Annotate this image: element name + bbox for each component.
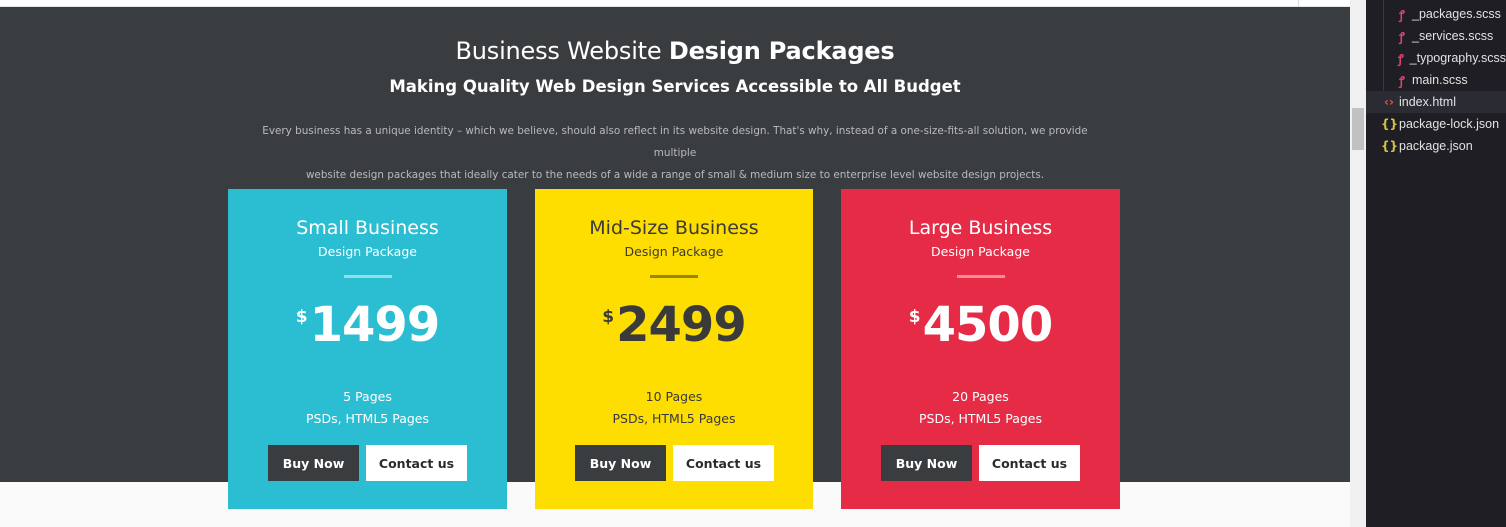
file-name: package-lock.json xyxy=(1399,117,1500,131)
sass-icon: ꝭ xyxy=(1399,29,1405,44)
package-cards: Small Business Design Package $1499 5 Pa… xyxy=(0,189,1350,509)
currency-symbol: $ xyxy=(908,307,921,327)
file-item-services-scss[interactable]: ꝭ _services.scss xyxy=(1366,25,1506,47)
package-subtitle: Design Package xyxy=(624,244,724,259)
package-divider xyxy=(343,275,392,278)
package-divider xyxy=(956,275,1005,278)
buy-now-button[interactable]: Buy Now xyxy=(575,445,666,481)
json-icon: {} xyxy=(1381,117,1399,131)
intro-line-1: Every business has a unique identity – w… xyxy=(262,125,1088,159)
package-card-small: Small Business Design Package $1499 5 Pa… xyxy=(228,189,507,509)
intro-line-2: website design packages that ideally cat… xyxy=(305,169,1045,181)
package-price: $2499 xyxy=(535,301,813,349)
package-subtitle: Design Package xyxy=(318,244,417,259)
section-intro: Every business has a unique identity – w… xyxy=(240,120,1110,186)
json-icon: {} xyxy=(1381,139,1399,153)
file-item-typography-scss[interactable]: ꝭ _typography.scss xyxy=(1366,47,1506,69)
preview-scrollbar[interactable] xyxy=(1350,0,1366,527)
package-price: $4500 xyxy=(841,301,1120,349)
section-heading: Business Website Design Packages xyxy=(0,37,1350,65)
top-white-strip xyxy=(0,0,1350,7)
package-price: $1499 xyxy=(228,301,507,349)
file-name: main.scss xyxy=(1412,73,1468,87)
heading-bold: Design Packages xyxy=(668,37,895,65)
buy-now-button[interactable]: Buy Now xyxy=(268,445,359,481)
package-title: Small Business xyxy=(296,217,439,239)
file-name: _services.scss xyxy=(1412,29,1494,43)
heading-prefix: Business Website xyxy=(455,37,669,65)
currency-symbol: $ xyxy=(602,307,615,327)
package-card-mid: Mid-Size Business Design Package $2499 1… xyxy=(535,189,813,509)
file-name: _typography.scss xyxy=(1409,51,1506,65)
file-item-packages-scss[interactable]: ꝭ _packages.scss xyxy=(1366,3,1506,25)
price-amount: 4500 xyxy=(922,297,1054,353)
file-name: _packages.scss xyxy=(1412,7,1501,21)
sass-icon: ꝭ xyxy=(1397,51,1404,66)
package-formats: PSDs, HTML5 Pages xyxy=(305,411,430,426)
divider xyxy=(1298,0,1299,7)
file-item-index-html[interactable]: ‹› index.html xyxy=(1366,91,1506,113)
package-divider xyxy=(650,275,698,278)
file-name: package.json xyxy=(1399,139,1473,153)
file-item-main-scss[interactable]: ꝭ main.scss xyxy=(1366,69,1506,91)
file-explorer: ꝭ _packages.scss ꝭ _services.scss ꝭ _typogr… xyxy=(1366,0,1506,527)
package-subtitle: Design Package xyxy=(931,244,1030,259)
package-formats: PSDs, HTML5 Pages xyxy=(918,411,1043,426)
file-name: index.html xyxy=(1399,95,1456,109)
scrollbar-thumb[interactable] xyxy=(1352,108,1364,150)
currency-symbol: $ xyxy=(295,307,308,327)
contact-us-button[interactable]: Contact us xyxy=(366,445,467,481)
website-preview: Business Website Design Packages Making … xyxy=(0,0,1366,527)
price-amount: 2499 xyxy=(616,297,747,353)
package-formats: PSDs, HTML5 Pages xyxy=(612,411,736,426)
package-pages: 10 Pages xyxy=(645,389,703,404)
contact-us-button[interactable]: Contact us xyxy=(979,445,1080,481)
sass-icon: ꝭ xyxy=(1399,7,1405,22)
html-icon: ‹› xyxy=(1384,95,1394,109)
contact-us-button[interactable]: Contact us xyxy=(673,445,774,481)
package-pages: 5 Pages xyxy=(343,389,392,404)
package-title: Mid-Size Business xyxy=(589,217,759,239)
section-subheading: Making Quality Web Design Services Acces… xyxy=(389,77,961,96)
package-card-large: Large Business Design Package $4500 20 P… xyxy=(841,189,1120,509)
package-pages: 20 Pages xyxy=(952,389,1009,404)
file-item-package-lock-json[interactable]: {} package-lock.json xyxy=(1366,113,1506,135)
file-item-package-json[interactable]: {} package.json xyxy=(1366,135,1506,157)
price-amount: 1499 xyxy=(309,297,441,353)
package-title: Large Business xyxy=(908,217,1053,239)
sass-icon: ꝭ xyxy=(1399,73,1405,88)
buy-now-button[interactable]: Buy Now xyxy=(881,445,972,481)
